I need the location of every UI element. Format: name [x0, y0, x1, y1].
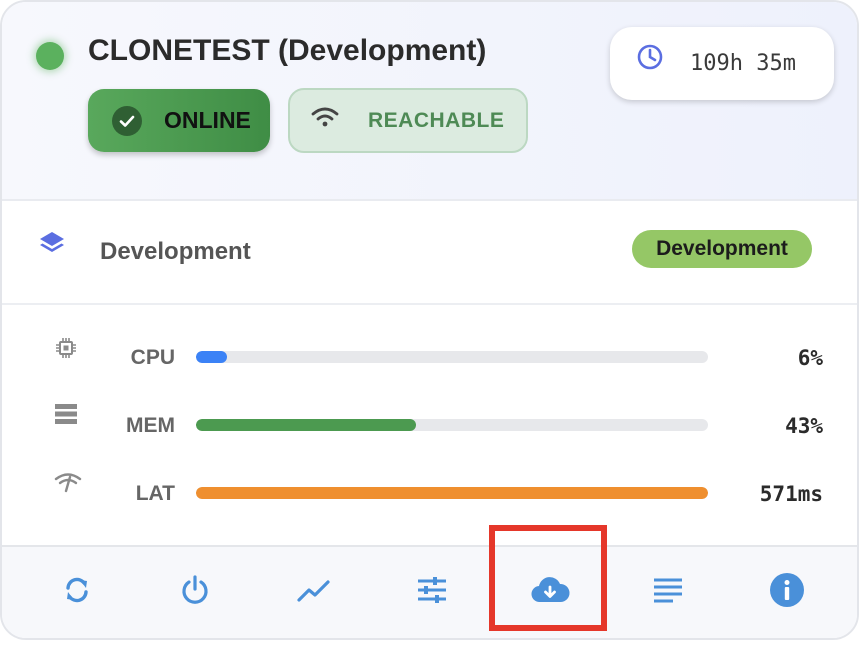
- online-label: ONLINE: [164, 107, 251, 133]
- layers-icon: [38, 229, 66, 262]
- cpu-label: CPU: [130, 346, 175, 369]
- cpu-bar-fill: [196, 351, 227, 363]
- power-icon: [178, 573, 212, 612]
- info-button[interactable]: [757, 547, 817, 637]
- logs-button[interactable]: [638, 547, 698, 637]
- clock-icon: [636, 43, 664, 76]
- environment-label: Development: [100, 238, 251, 265]
- cpu-chip-icon: [54, 336, 78, 365]
- cpu-value: 6%: [797, 346, 823, 370]
- power-button[interactable]: [165, 547, 225, 637]
- metric-mem: MEM 43%: [2, 404, 857, 446]
- refresh-button[interactable]: [47, 547, 107, 637]
- online-badge: ONLINE: [88, 89, 270, 152]
- metric-lat: LAT 571ms: [2, 471, 857, 514]
- settings-button[interactable]: [402, 547, 462, 637]
- environment-tag: Development: [632, 230, 812, 268]
- uptime-value: 109h 35m: [690, 51, 796, 76]
- memory-stack-icon: [54, 402, 78, 431]
- info-icon: [769, 572, 805, 613]
- selection-highlight: [489, 525, 607, 631]
- device-header: CLONETEST (Development) ONLINE REACHABLE: [2, 2, 857, 201]
- action-toolbar: [2, 545, 857, 638]
- metrics-chart-button[interactable]: [284, 547, 344, 637]
- lat-label: LAT: [135, 482, 175, 505]
- sliders-icon: [415, 573, 449, 612]
- reachable-badge: REACHABLE: [288, 88, 528, 153]
- trend-chart-icon: [296, 575, 332, 610]
- mem-label: MEM: [126, 414, 175, 437]
- refresh-icon: [60, 573, 94, 612]
- reachable-label: REACHABLE: [368, 108, 505, 132]
- mem-value: 43%: [785, 414, 823, 438]
- mem-bar: [196, 419, 708, 431]
- metric-cpu: CPU 6%: [2, 338, 857, 378]
- list-lines-icon: [653, 577, 683, 608]
- mem-bar-fill: [196, 419, 417, 431]
- lat-bar-fill: [196, 487, 708, 499]
- lat-bar: [196, 487, 708, 499]
- cpu-bar: [196, 351, 708, 363]
- status-indicator: [36, 42, 64, 70]
- check-icon: [112, 105, 142, 136]
- lat-value: 571ms: [759, 482, 823, 506]
- device-card: CLONETEST (Development) ONLINE REACHABLE: [0, 0, 859, 640]
- device-title: CLONETEST (Development): [88, 34, 487, 67]
- environment-row: Development Development: [2, 201, 857, 305]
- weak-signal-icon: [54, 471, 82, 500]
- wifi-icon: [310, 105, 340, 136]
- uptime-pill: 109h 35m: [610, 27, 834, 100]
